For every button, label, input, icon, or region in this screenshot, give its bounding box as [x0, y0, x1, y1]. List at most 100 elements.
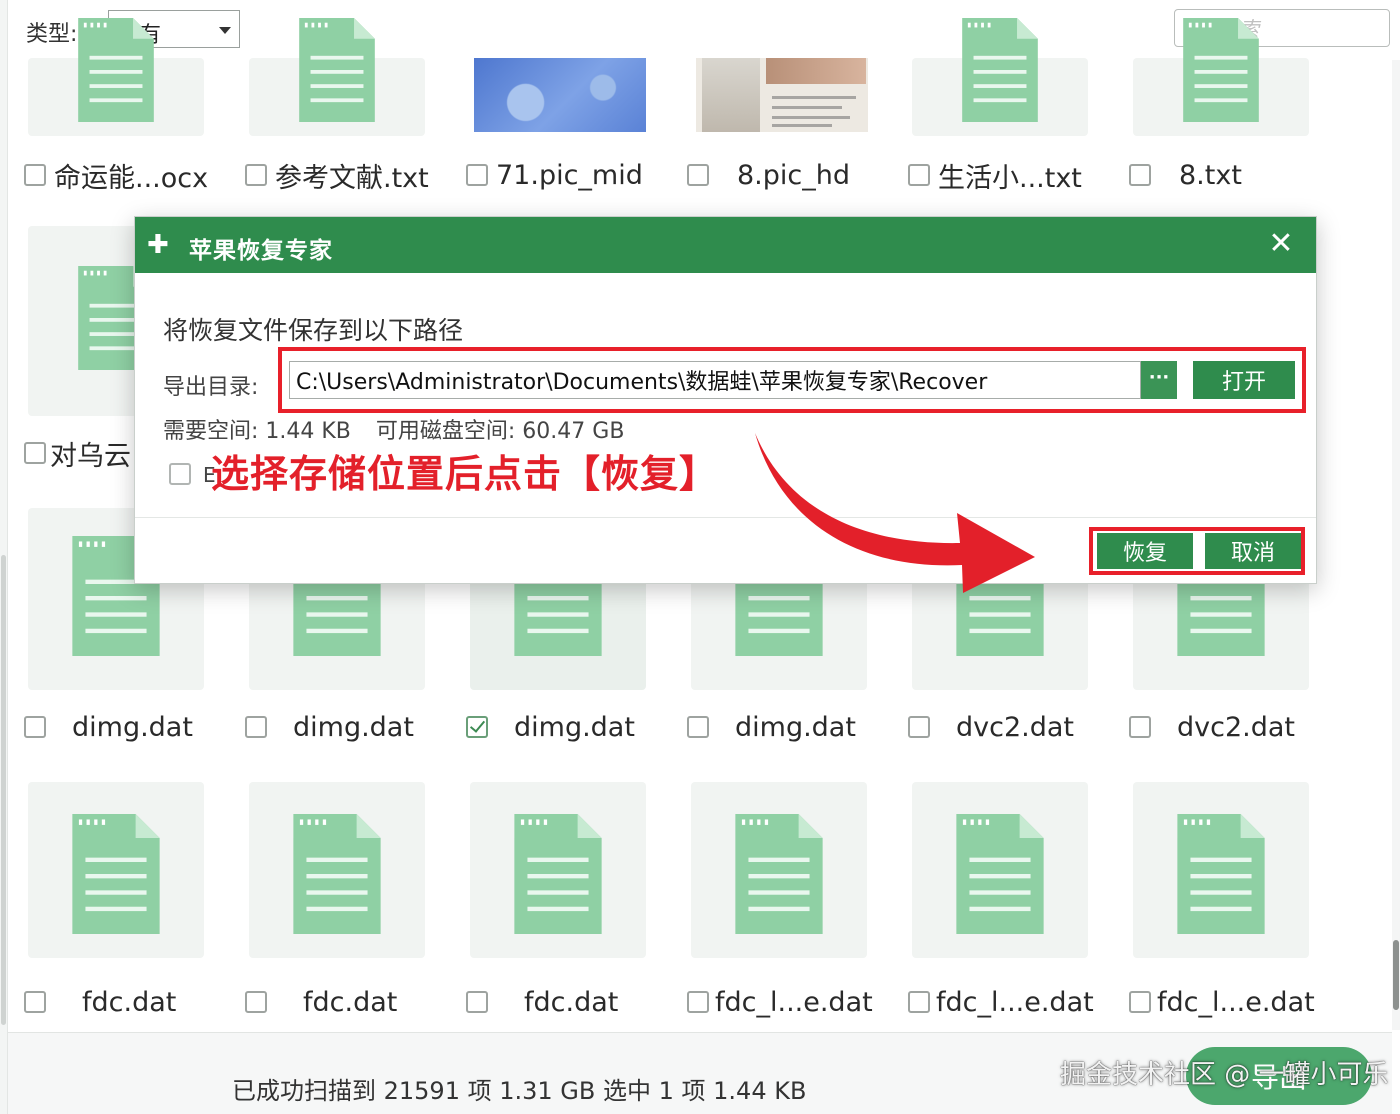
- grid-scrollbar-thumb[interactable]: [1393, 940, 1399, 1010]
- file-checkbox[interactable]: [908, 716, 930, 738]
- file-name: 71.pic_mid: [496, 159, 643, 191]
- red-arrow-icon: [755, 433, 1035, 593]
- file-thumbnail[interactable]: [470, 782, 646, 958]
- file-checkbox[interactable]: [466, 991, 488, 1013]
- file-item[interactable]: fdc.dat: [24, 985, 176, 1019]
- dialog-title: 苹果恢复专家: [189, 238, 333, 264]
- file-checkbox[interactable]: [1129, 991, 1151, 1013]
- file-thumbnail[interactable]: [249, 782, 425, 958]
- file-thumbnail[interactable]: [28, 782, 204, 958]
- file-item[interactable]: dvc2.dat: [1129, 710, 1295, 744]
- file-item[interactable]: dimg.dat: [466, 710, 635, 744]
- file-checkbox[interactable]: [24, 442, 46, 464]
- document-icon: [78, 18, 154, 122]
- file-name: dimg.dat: [735, 711, 856, 743]
- file-checkbox[interactable]: [687, 991, 709, 1013]
- file-checkbox[interactable]: [908, 164, 930, 186]
- file-checkbox[interactable]: [245, 164, 267, 186]
- file-checkbox[interactable]: [24, 716, 46, 738]
- file-name: dimg.dat: [514, 711, 635, 743]
- left-scroll-thumb[interactable]: [1, 555, 6, 1025]
- document-icon: [299, 18, 375, 122]
- file-item[interactable]: 参考文献.txt: [245, 158, 429, 194]
- dialog-header: ✚ 苹果恢复专家 ✕: [135, 217, 1316, 273]
- app-logo-icon: ✚: [147, 230, 169, 260]
- file-checkbox[interactable]: [24, 164, 46, 186]
- buttons-highlight-box: [1089, 527, 1305, 575]
- required-space: 需要空间: 1.44 KB: [163, 419, 351, 444]
- file-item[interactable]: 71.pic_mid: [466, 158, 643, 192]
- file-name: 生活小...txt: [938, 162, 1082, 194]
- file-name: 参考文献.txt: [275, 162, 429, 194]
- document-icon: [72, 814, 160, 934]
- chevron-down-icon: [219, 27, 231, 34]
- file-item[interactable]: fdc_l...e.dat: [687, 985, 873, 1019]
- dialog-heading: 将恢复文件保存到以下路径: [163, 316, 464, 345]
- file-item[interactable]: 8.txt: [1129, 158, 1242, 192]
- path-label: 导出目录:: [163, 375, 259, 400]
- file-name: dimg.dat: [72, 711, 193, 743]
- file-checkbox[interactable]: [24, 991, 46, 1013]
- thumbnail-text-line: [772, 96, 856, 99]
- file-name: dvc2.dat: [956, 711, 1074, 743]
- file-name: 8.txt: [1179, 159, 1242, 191]
- dialog-option-checkbox[interactable]: [169, 463, 191, 485]
- file-thumbnail[interactable]: [912, 18, 1088, 136]
- file-thumbnail[interactable]: [912, 782, 1088, 958]
- file-checkbox[interactable]: [687, 164, 709, 186]
- file-name: 8.pic_hd: [737, 159, 850, 191]
- thumbnail-text-line: [772, 106, 842, 109]
- file-item[interactable]: fdc.dat: [245, 985, 397, 1019]
- file-item[interactable]: dimg.dat: [687, 710, 856, 744]
- file-checkbox[interactable]: [466, 716, 488, 738]
- file-checkbox[interactable]: [1129, 164, 1151, 186]
- document-icon: [293, 814, 381, 934]
- file-thumbnail[interactable]: [1133, 782, 1309, 958]
- file-name: fdc_l...e.dat: [715, 986, 873, 1018]
- thumbnail-image[interactable]: [696, 58, 868, 132]
- file-name: fdc_l...e.dat: [1157, 986, 1315, 1018]
- dialog-divider: [135, 517, 1316, 518]
- free-space: 可用磁盘空间: 60.47 GB: [375, 419, 625, 444]
- scan-summary: 已成功扫描到 21591 项 1.31 GB 选中 1 项 1.44 KB: [232, 1077, 807, 1105]
- file-item[interactable]: 生活小...txt: [908, 158, 1082, 194]
- space-info: 需要空间: 1.44 KB 可用磁盘空间: 60.47 GB: [163, 413, 642, 445]
- file-checkbox[interactable]: [687, 716, 709, 738]
- file-checkbox[interactable]: [908, 991, 930, 1013]
- file-thumbnail[interactable]: [1133, 18, 1309, 136]
- file-name: dvc2.dat: [1177, 711, 1295, 743]
- file-item[interactable]: dimg.dat: [24, 710, 193, 744]
- file-item[interactable]: dimg.dat: [245, 710, 414, 744]
- instruction-annotation: 选择存储位置后点击【恢复】: [211, 452, 719, 496]
- file-item[interactable]: fdc_l...e.dat: [908, 985, 1094, 1019]
- document-icon: [735, 814, 823, 934]
- thumbnail-part: [702, 58, 760, 132]
- document-icon: [962, 18, 1038, 122]
- file-item[interactable]: 8.pic_hd: [687, 158, 850, 192]
- document-icon: [1177, 814, 1265, 934]
- file-checkbox[interactable]: [466, 164, 488, 186]
- file-item[interactable]: 命运能...ocx: [24, 158, 209, 194]
- file-name: fdc.dat: [82, 986, 177, 1018]
- thumbnail-text-line: [772, 124, 832, 127]
- file-checkbox[interactable]: [1129, 716, 1151, 738]
- file-name: 对乌云: [50, 440, 131, 472]
- type-filter-label: 类型:: [26, 22, 78, 47]
- file-item[interactable]: fdc.dat: [466, 985, 618, 1019]
- thumbnail-image[interactable]: [474, 58, 646, 132]
- file-item[interactable]: fdc_l...e.dat: [1129, 985, 1315, 1019]
- file-item[interactable]: dvc2.dat: [908, 710, 1074, 744]
- file-thumbnail[interactable]: [28, 18, 204, 136]
- grid-scrollbar[interactable]: [1392, 60, 1400, 1030]
- file-checkbox[interactable]: [245, 991, 267, 1013]
- file-name: 命运能...ocx: [54, 162, 209, 194]
- file-thumbnail[interactable]: [691, 782, 867, 958]
- file-thumbnail[interactable]: [249, 18, 425, 136]
- file-checkbox[interactable]: [245, 716, 267, 738]
- file-name: fdc.dat: [524, 986, 619, 1018]
- path-highlight-box: [278, 347, 1306, 413]
- file-item[interactable]: 对乌云: [24, 436, 131, 472]
- recover-dialog: ✚ 苹果恢复专家 ✕ 将恢复文件保存到以下路径 导出目录: ··· 打开 需要空…: [134, 216, 1317, 584]
- close-icon[interactable]: ✕: [1264, 227, 1298, 261]
- document-icon: [514, 814, 602, 934]
